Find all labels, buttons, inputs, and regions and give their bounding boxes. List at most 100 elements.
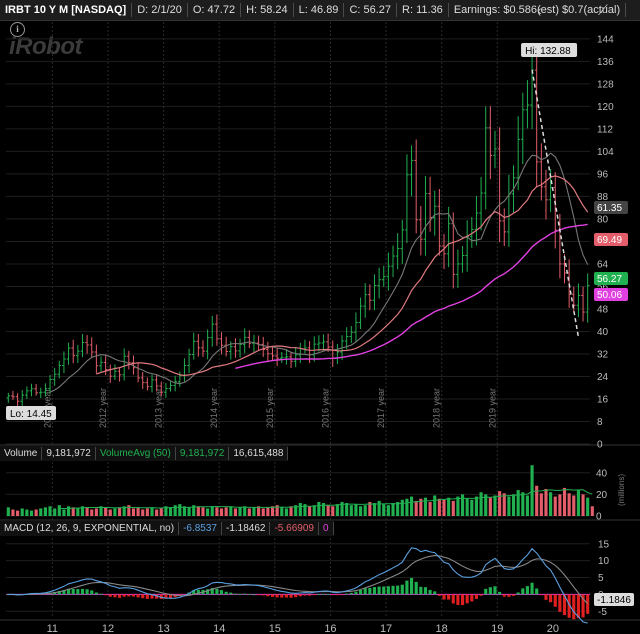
year-label: 2014 year [209, 388, 219, 428]
macd-histogram-bar [108, 594, 112, 597]
macd-histogram-bar [131, 594, 136, 597]
candle [386, 252, 391, 291]
x-tick-label: 18 [436, 623, 448, 634]
volume-bar [511, 494, 516, 516]
volume-bar [233, 508, 237, 516]
macd-histogram-bar [354, 591, 358, 595]
volume-bar [34, 509, 38, 516]
macd-histogram-bar [266, 594, 270, 597]
macd-histogram-bar [428, 589, 432, 595]
price-tick-label: 48 [597, 304, 609, 315]
candle [483, 106, 488, 210]
x-tick-label: 16 [324, 623, 336, 634]
volume-bar [155, 509, 159, 516]
volume-bar [247, 508, 251, 516]
macd-histogram-bar [71, 588, 75, 595]
volume-bar [572, 495, 576, 516]
volume-bar [507, 496, 511, 516]
macd-histogram-bar [460, 594, 465, 606]
volume-bar [502, 493, 506, 516]
candle [377, 267, 381, 299]
candle [354, 312, 358, 343]
volume-bar [141, 509, 145, 516]
volume-bar [544, 489, 548, 516]
volume-bar [289, 506, 293, 516]
macd-histogram-bar [437, 594, 441, 596]
lo-note-label: Lo: 14.45 [10, 409, 52, 420]
price-tick-label: 64 [597, 259, 609, 270]
volume-bar [354, 504, 358, 516]
macd-histogram-bar [243, 593, 247, 595]
x-tick-label: 17 [380, 623, 392, 634]
volume-label: Volume [0, 447, 43, 460]
macd-tick-label: 5 [598, 573, 604, 584]
x-tick-label: 14 [213, 623, 225, 634]
volume-bar [62, 509, 66, 516]
macd-histogram-bar [349, 592, 353, 595]
macd-tick-label: 10 [598, 556, 610, 567]
volume-bar [131, 508, 136, 516]
volume-bar [113, 508, 117, 516]
volume-bar [386, 505, 390, 516]
macd-histogram-bar [409, 577, 414, 595]
volume-bar [442, 499, 446, 516]
candle [205, 329, 210, 360]
macd-histogram-bar [382, 586, 386, 595]
macd-histogram-bar [572, 594, 576, 620]
candle [113, 364, 117, 380]
candle [57, 360, 62, 379]
macd-histogram-bar [326, 593, 330, 595]
volume-bar [48, 506, 52, 516]
volume-bar [6, 507, 10, 516]
x-tick-label: 19 [491, 623, 503, 634]
candle [256, 335, 261, 351]
x-tick-label: 13 [157, 623, 169, 634]
volume-bar [206, 508, 210, 516]
volume-bar [465, 498, 469, 516]
macd-histogram-bar [219, 590, 224, 595]
macd-histogram-bar [321, 593, 326, 595]
macd-histogram-bar [335, 594, 339, 596]
candle [238, 338, 242, 358]
candle [94, 344, 99, 374]
x-tick-label: 15 [269, 623, 281, 634]
macd-histogram-bar [308, 594, 312, 596]
price-tick-label: 32 [597, 349, 609, 360]
macd-histogram-bar [414, 581, 418, 595]
macd-histogram-bar [99, 593, 103, 595]
macd-histogram-bar [76, 589, 80, 595]
price-tag-label: 56.27 [597, 274, 622, 285]
price-tick-label: 144 [597, 34, 614, 45]
macd-histogram-bar [516, 592, 520, 595]
candle [488, 106, 493, 180]
macd-histogram-bar [363, 588, 367, 595]
volume-bar [590, 506, 594, 516]
macd-histogram-bar [113, 594, 117, 598]
candle [567, 259, 571, 308]
candle [196, 334, 201, 357]
candle [534, 44, 539, 188]
candle [460, 246, 465, 273]
volume-bar [312, 505, 316, 516]
candle [20, 390, 25, 406]
candle [284, 349, 289, 365]
volume-bar [549, 492, 553, 516]
volume-bar [20, 508, 24, 516]
volume-strip: Volume 9,181,972 VolumeAvg (50) 9,181,97… [0, 446, 289, 461]
volume-unit-label: (millions) [617, 474, 626, 506]
year-label: 2015 year [265, 388, 275, 428]
chart-canvas: 1441361281201121049688807264564840322416… [0, 22, 640, 634]
price-tick-label: 0 [597, 440, 603, 451]
candle [479, 177, 483, 231]
volume-bar [150, 507, 154, 516]
macd-histogram-bar [127, 594, 131, 597]
volume-bar [493, 495, 497, 516]
x-tick-label: 11 [47, 623, 58, 634]
macd-histogram-bar [252, 594, 256, 596]
price-tick-label: 24 [597, 372, 609, 383]
volume-bar [372, 503, 377, 516]
macd-histogram-bar [224, 591, 228, 595]
macd-histogram-bar [474, 594, 479, 599]
candle [585, 273, 590, 323]
volume-bar [308, 506, 312, 516]
